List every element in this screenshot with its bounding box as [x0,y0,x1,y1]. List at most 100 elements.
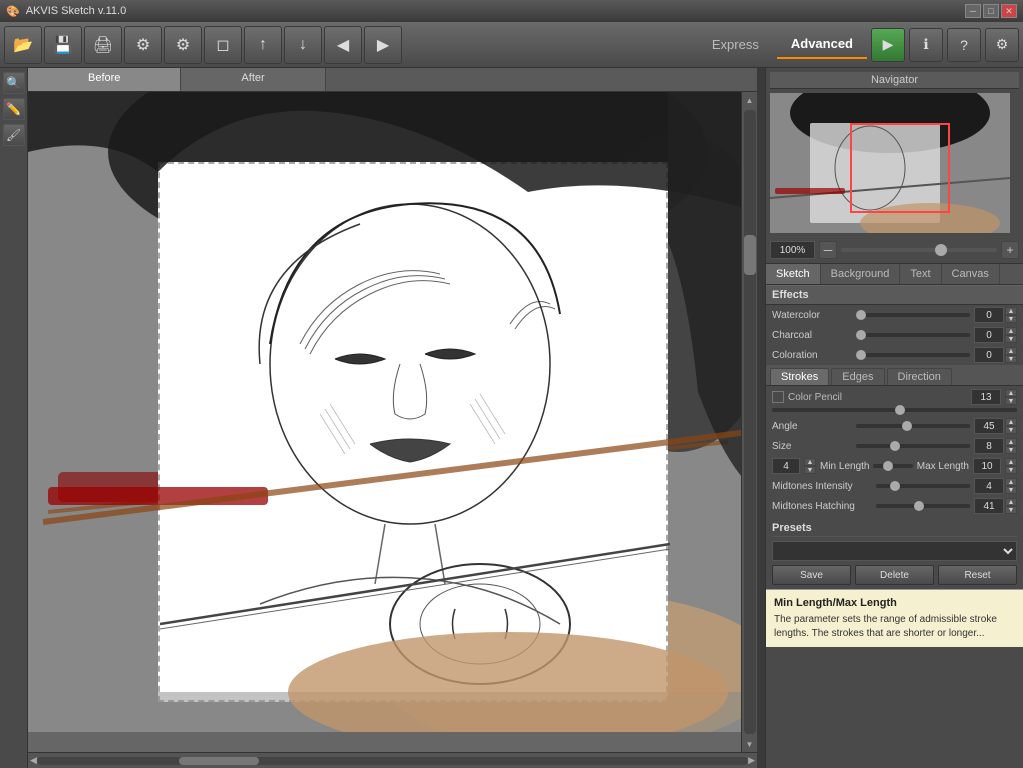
max-length-down-button[interactable]: ▼ [1005,466,1017,474]
angle-up-button[interactable]: ▲ [1005,418,1017,426]
print-button[interactable]: 🖨 [84,26,122,64]
color-pencil-value[interactable]: 13 [971,389,1001,405]
watercolor-track[interactable] [856,313,970,317]
size-value[interactable]: 8 [974,438,1004,454]
midtones-hatching-track[interactable] [876,504,970,508]
settings2-button[interactable]: ⚙ [164,26,202,64]
min-length-value[interactable]: 4 [772,458,800,474]
tab-canvas[interactable]: Canvas [942,264,1000,284]
color-pencil-checkbox[interactable] [772,391,784,403]
minmax-thumb[interactable] [883,461,893,471]
tab-sketch[interactable]: Sketch [766,264,821,284]
zoom-in-button[interactable]: + [1001,241,1019,259]
reset-preset-button[interactable]: Reset [938,565,1017,585]
charcoal-thumb[interactable] [856,330,866,340]
zoom-input[interactable]: 100% [770,241,815,259]
minimize-button[interactable]: ─ [965,4,981,18]
midtones-hatching-down-button[interactable]: ▼ [1005,506,1017,514]
color-pencil-track[interactable] [772,408,1017,412]
scroll-down-button[interactable]: ▼ [742,736,758,752]
size-track[interactable] [856,444,970,448]
open-file-button[interactable]: 📂 [4,26,42,64]
v-scroll-track[interactable] [744,110,756,734]
coloration-value[interactable]: 0 [974,347,1004,363]
info-button[interactable]: ℹ [909,28,943,62]
v-scroll-thumb[interactable] [744,235,756,275]
paint-tool[interactable]: 🖌 [3,124,25,146]
midtones-intensity-up-button[interactable]: ▲ [1005,478,1017,486]
color-pencil-up-button[interactable]: ▲ [1005,389,1017,397]
zoom-out-button[interactable]: ─ [819,241,837,259]
panel-divider[interactable] [757,68,765,768]
help-button[interactable]: ? [947,28,981,62]
tab-before[interactable]: Before [28,68,181,91]
midtones-hatching-up-button[interactable]: ▲ [1005,498,1017,506]
maximize-button[interactable]: □ [983,4,999,18]
prefs-button[interactable]: ⚙ [985,28,1019,62]
coloration-up-button[interactable]: ▲ [1005,347,1017,355]
vertical-scrollbar[interactable]: ▲ ▼ [741,92,757,752]
coloration-track[interactable] [856,353,970,357]
tab-background[interactable]: Background [821,264,901,284]
zoom-tool[interactable]: 🔍 [3,72,25,94]
horizontal-scrollbar[interactable]: ◀ ▶ [28,752,757,768]
back-button[interactable]: ◀ [324,26,362,64]
zoom-slider-thumb[interactable] [935,244,947,256]
zoom-slider[interactable] [841,248,997,252]
min-length-up-button[interactable]: ▲ [804,458,816,466]
delete-preset-button[interactable]: Delete [855,565,934,585]
midtones-intensity-value[interactable]: 4 [974,478,1004,494]
presets-dropdown[interactable] [772,541,1017,561]
midtones-intensity-track[interactable] [876,484,970,488]
midtones-hatching-thumb[interactable] [914,501,924,511]
coloration-down-button[interactable]: ▼ [1005,355,1017,363]
angle-value[interactable]: 45 [974,418,1004,434]
save-file-button[interactable]: 💾 [44,26,82,64]
size-thumb[interactable] [890,441,900,451]
watercolor-up-button[interactable]: ▲ [1005,307,1017,315]
run-button[interactable]: ▶ [871,28,905,62]
h-scroll-thumb[interactable] [179,757,259,765]
save-preset-button[interactable]: Save [772,565,851,585]
size-up-button[interactable]: ▲ [1005,438,1017,446]
h-scroll-track[interactable] [37,757,748,765]
tab-direction[interactable]: Direction [887,368,952,385]
size-down-button[interactable]: ▼ [1005,446,1017,454]
color-pencil-down-button[interactable]: ▼ [1005,397,1017,405]
charcoal-track[interactable] [856,333,970,337]
tab-after[interactable]: After [181,68,325,91]
midtones-intensity-thumb[interactable] [890,481,900,491]
settings-button[interactable]: ⚙ [124,26,162,64]
min-length-down-button[interactable]: ▼ [804,466,816,474]
angle-track[interactable] [856,424,970,428]
minmax-slider[interactable] [873,464,912,468]
charcoal-value[interactable]: 0 [974,327,1004,343]
watercolor-value[interactable]: 0 [974,307,1004,323]
midtones-hatching-value[interactable]: 41 [974,498,1004,514]
angle-thumb[interactable] [902,421,912,431]
tab-edges[interactable]: Edges [831,368,884,385]
erase-button[interactable]: ◻ [204,26,242,64]
charcoal-up-button[interactable]: ▲ [1005,327,1017,335]
watercolor-down-button[interactable]: ▼ [1005,315,1017,323]
coloration-thumb[interactable] [856,350,866,360]
tab-strokes[interactable]: Strokes [770,368,829,385]
watercolor-thumb[interactable] [856,310,866,320]
charcoal-down-button[interactable]: ▼ [1005,335,1017,343]
navigator-preview[interactable] [770,93,1010,233]
mode-advanced-button[interactable]: Advanced [777,30,867,59]
scroll-right-button[interactable]: ▶ [748,755,755,766]
mode-express-button[interactable]: Express [698,31,773,58]
midtones-intensity-down-button[interactable]: ▼ [1005,486,1017,494]
export-up-button[interactable]: ↑ [244,26,282,64]
scroll-left-button[interactable]: ◀ [30,755,37,766]
canvas-viewport[interactable] [28,92,741,752]
angle-down-button[interactable]: ▼ [1005,426,1017,434]
forward-button[interactable]: ▶ [364,26,402,64]
eyedropper-tool[interactable]: ✏️ [3,98,25,120]
scroll-up-button[interactable]: ▲ [742,92,758,108]
color-pencil-thumb[interactable] [895,405,905,415]
navigator-selection-rect[interactable] [850,123,950,213]
max-length-value[interactable]: 10 [973,458,1001,474]
tab-text[interactable]: Text [900,264,941,284]
